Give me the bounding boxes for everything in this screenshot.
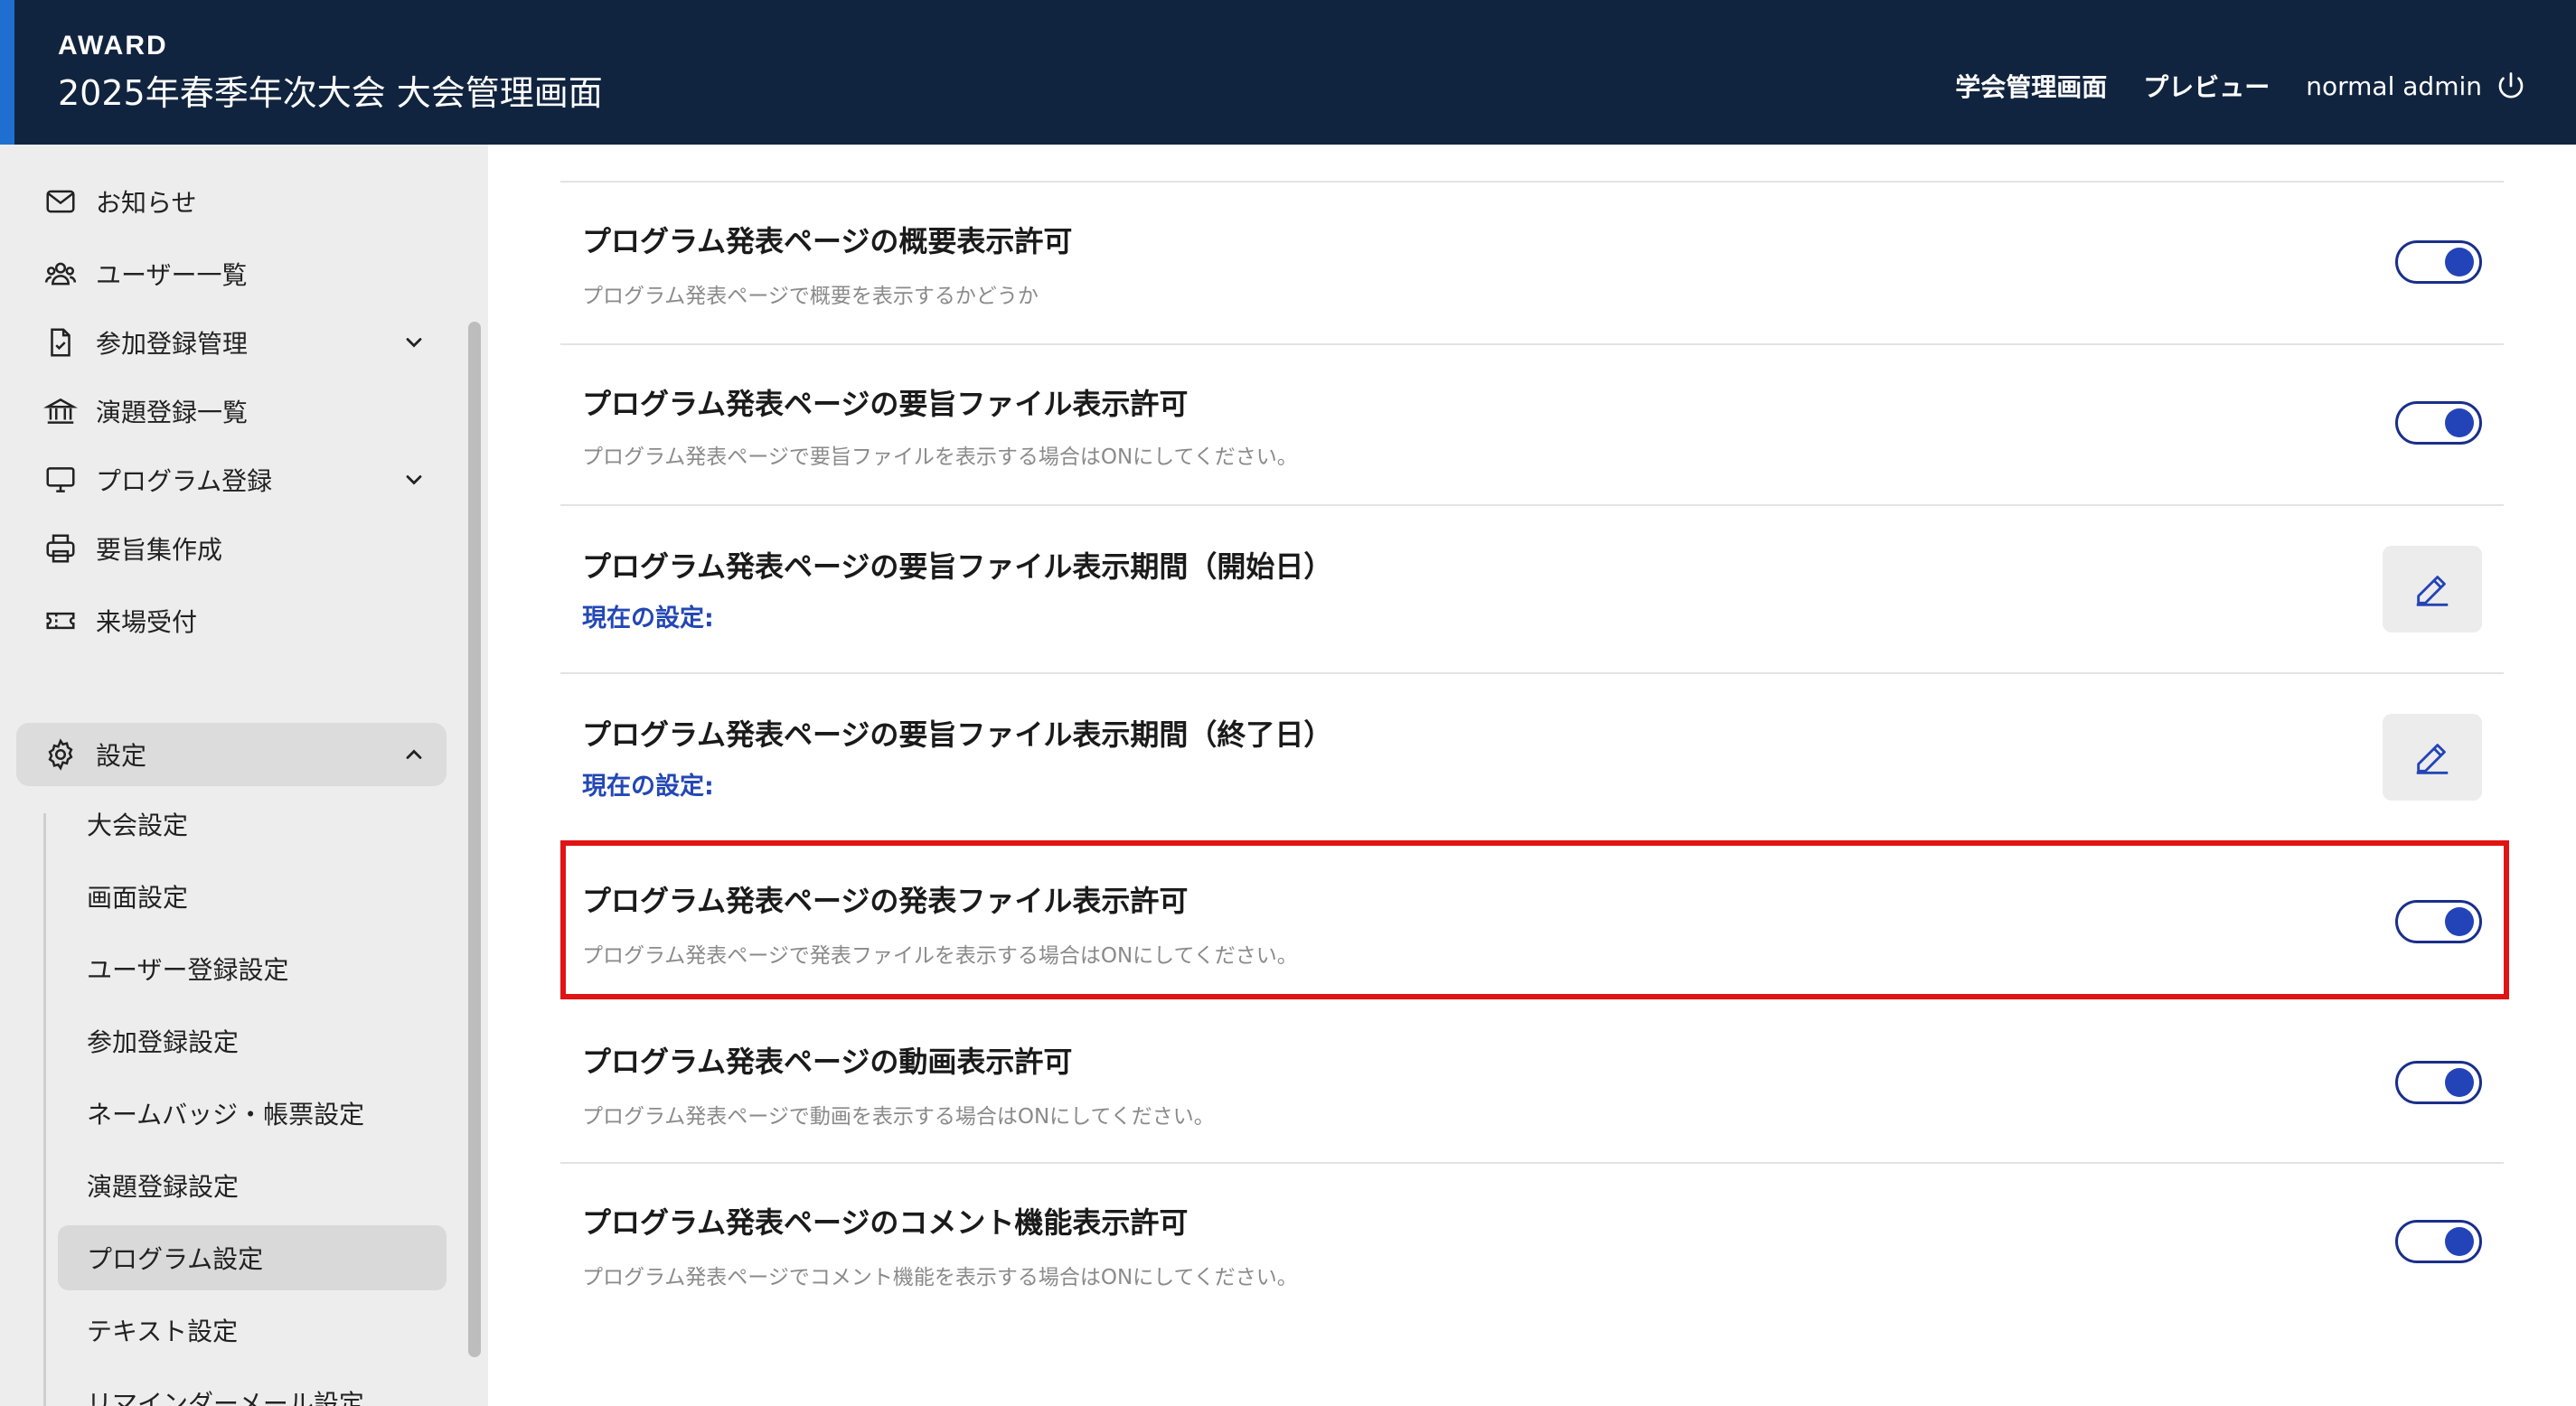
abstract-file-toggle[interactable] <box>2395 401 2482 445</box>
submenu-namebadge-settings[interactable]: ネームバッジ・帳票設定 <box>58 1081 447 1146</box>
chevron-down-icon[interactable] <box>401 330 427 355</box>
settings-row-summary: プログラム発表ページの概要表示許可 プログラム発表ページで概要を表示するかどうか <box>560 183 2504 345</box>
settings-row-abstract-file: プログラム発表ページの要旨ファイル表示許可 プログラム発表ページで要旨ファイルを… <box>560 345 2504 506</box>
header-nav: 学会管理画面 プレビュー normal admin <box>1955 65 2527 107</box>
current-setting-label: 現在の設定: <box>582 605 714 633</box>
sidebar-item-label: 設定 <box>96 741 147 771</box>
current-setting-label: 現在の設定: <box>582 773 714 801</box>
submenu-reminder-mail-settings[interactable]: リマインダーメール設定 <box>58 1370 447 1406</box>
sidebar-item-label: お知らせ <box>96 188 197 218</box>
setting-title: プログラム発表ページの概要表示許可 <box>582 224 1073 258</box>
setting-description: プログラム発表ページで動画を表示する場合はONにしてください。 <box>582 1105 1215 1129</box>
toggle-knob <box>2445 408 2474 437</box>
gear-icon <box>48 738 73 771</box>
presentation-file-toggle[interactable] <box>2395 900 2482 943</box>
setting-title: プログラム発表ページの要旨ファイル表示許可 <box>582 387 1189 421</box>
page-title: 2025年春季年次大会 大会管理画面 <box>58 73 603 113</box>
toggle-knob <box>2445 1227 2474 1256</box>
header-accent-bar <box>0 0 14 145</box>
sidebar: お知らせ ユーザー一覧 参加登録管理 演題登録一覧 プログラム登録 要旨集作成 … <box>0 145 488 1406</box>
sidebar-item-reception[interactable]: 来場受付 <box>16 589 447 652</box>
setting-title: プログラム発表ページの発表ファイル表示許可 <box>582 884 1189 918</box>
document-check-icon <box>51 328 71 357</box>
sidebar-item-label: 要旨集作成 <box>96 535 223 565</box>
sidebar-item-abstracts[interactable]: 演題登録一覧 <box>16 380 447 443</box>
app-header: AWARD 2025年春季年次大会 大会管理画面 学会管理画面 プレビュー no… <box>0 0 2576 145</box>
sidebar-item-users[interactable]: ユーザー一覧 <box>16 242 447 305</box>
sidebar-scrollbar[interactable] <box>468 322 481 1357</box>
settings-panel: プログラム発表ページの概要表示許可 プログラム発表ページで概要を表示するかどうか… <box>488 145 2576 1406</box>
setting-description: プログラム発表ページでコメント機能を表示する場合はONにしてください。 <box>582 1266 1298 1289</box>
sidebar-item-abstract-book[interactable]: 要旨集作成 <box>16 517 447 580</box>
printer-icon <box>46 534 75 563</box>
sidebar-item-label: プログラム登録 <box>96 466 273 496</box>
society-admin-link[interactable]: 学会管理画面 <box>1955 68 2107 104</box>
mail-icon <box>46 190 75 213</box>
comment-toggle[interactable] <box>2395 1220 2482 1263</box>
sidebar-item-notices[interactable]: お知らせ <box>16 170 447 233</box>
pencil-icon <box>2416 576 2449 606</box>
setting-title: プログラム発表ページの要旨ファイル表示期間（開始日） <box>582 549 1333 584</box>
setting-description: プログラム発表ページで要旨ファイルを表示する場合はONにしてください。 <box>582 445 1298 469</box>
chevron-down-icon[interactable] <box>401 467 427 492</box>
settings-row-abstract-start: プログラム発表ページの要旨ファイル表示期間（開始日） 現在の設定: <box>560 506 2504 674</box>
user-menu[interactable]: normal admin <box>2306 70 2527 102</box>
sidebar-item-program[interactable]: プログラム登録 <box>16 448 447 511</box>
settings-row-abstract-end: プログラム発表ページの要旨ファイル表示期間（終了日） 現在の設定: <box>560 674 2504 842</box>
sidebar-item-registration[interactable]: 参加登録管理 <box>16 311 447 374</box>
setting-description: プログラム発表ページで発表ファイルを表示する場合はONにしてください。 <box>582 944 1298 968</box>
settings-row-partial <box>560 145 2504 183</box>
toggle-knob <box>2445 248 2474 277</box>
monitor-icon <box>46 467 75 492</box>
power-icon[interactable] <box>2495 70 2527 102</box>
sidebar-item-label: 参加登録管理 <box>96 329 249 359</box>
sidebar-item-label: 演題登録一覧 <box>96 398 249 427</box>
sidebar-item-label: ユーザー一覧 <box>96 260 248 290</box>
submenu-abstract-settings[interactable]: 演題登録設定 <box>58 1153 447 1218</box>
submenu-conference-settings[interactable]: 大会設定 <box>58 792 447 857</box>
toggle-knob <box>2445 907 2474 936</box>
setting-title: プログラム発表ページのコメント機能表示許可 <box>582 1205 1189 1240</box>
summary-toggle[interactable] <box>2395 240 2482 284</box>
submenu-program-settings[interactable]: プログラム設定 <box>58 1225 447 1290</box>
settings-row-comment: プログラム発表ページのコメント機能表示許可 プログラム発表ページでコメント機能を… <box>560 1164 2504 1325</box>
edit-start-date-button[interactable] <box>2383 546 2482 633</box>
building-icon <box>43 398 78 424</box>
user-name: normal admin <box>2306 70 2482 101</box>
setting-description: プログラム発表ページで概要を表示するかどうか <box>582 285 1039 308</box>
submenu-participation-settings[interactable]: 参加登録設定 <box>58 1008 447 1073</box>
submenu-guide-line <box>43 813 46 1406</box>
pencil-icon <box>2416 744 2449 774</box>
submenu-screen-settings[interactable]: 画面設定 <box>58 864 447 929</box>
settings-row-presentation-file: プログラム発表ページの発表ファイル表示許可 プログラム発表ページで発表ファイルを… <box>560 842 2504 1003</box>
preview-link[interactable]: プレビュー <box>2143 68 2270 104</box>
video-toggle[interactable] <box>2395 1061 2482 1104</box>
setting-title: プログラム発表ページの要旨ファイル表示期間（終了日） <box>582 717 1333 752</box>
submenu-text-settings[interactable]: テキスト設定 <box>58 1298 447 1363</box>
toggle-knob <box>2445 1068 2474 1097</box>
edit-end-date-button[interactable] <box>2383 714 2482 801</box>
submenu-user-registration-settings[interactable]: ユーザー登録設定 <box>58 936 447 1001</box>
users-icon <box>44 262 77 286</box>
settings-row-video: プログラム発表ページの動画表示許可 プログラム発表ページで動画を表示する場合はO… <box>560 1003 2504 1164</box>
sidebar-item-label: 来場受付 <box>96 607 198 637</box>
chevron-up-icon[interactable] <box>401 742 427 767</box>
sidebar-item-settings[interactable]: 設定 <box>16 723 447 786</box>
brand-logo: AWARD <box>58 31 168 61</box>
ticket-icon <box>46 612 75 630</box>
setting-title: プログラム発表ページの動画表示許可 <box>582 1045 1073 1079</box>
